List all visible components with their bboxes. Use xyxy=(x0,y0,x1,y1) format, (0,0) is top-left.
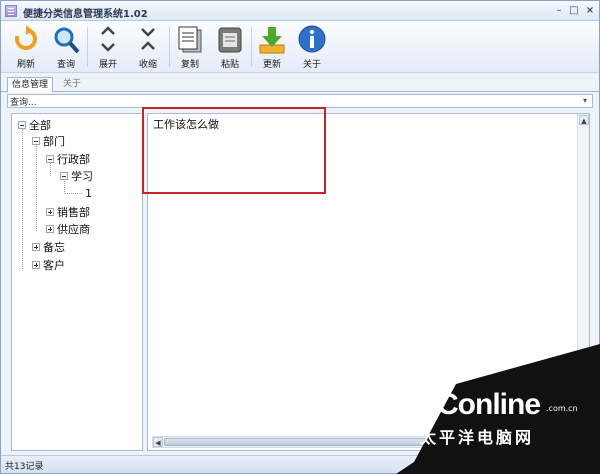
toolbar: 刷新 查询 展开 收缩 复制 粘贴 更新 关于 xyxy=(1,21,599,73)
expand-icon xyxy=(101,26,115,52)
minimize-button[interactable]: – xyxy=(552,4,566,17)
expand-button[interactable]: 展开 xyxy=(89,23,127,71)
about-button[interactable]: 关于 xyxy=(293,23,331,71)
tree-node-label: 行政部 xyxy=(57,153,90,166)
paste-label: 粘贴 xyxy=(220,60,239,70)
search-label: 查询 xyxy=(56,60,75,70)
collapse-node-icon[interactable] xyxy=(46,155,54,163)
tree-connector xyxy=(36,145,37,231)
expand-node-icon[interactable] xyxy=(32,243,40,251)
tab-info-management[interactable]: 信息管理 xyxy=(7,77,54,93)
expand-node-icon[interactable] xyxy=(32,261,40,269)
tree-connector xyxy=(50,161,51,176)
info-icon xyxy=(298,25,326,53)
refresh-label: 刷新 xyxy=(16,60,35,70)
tree-node-label: 1 xyxy=(85,187,92,200)
watermark-logo: PConline xyxy=(418,388,541,421)
app-icon xyxy=(5,5,17,17)
paste-icon xyxy=(218,27,242,53)
copy-icon xyxy=(178,26,202,53)
search-button[interactable]: 查询 xyxy=(47,23,85,71)
toolbar-separator xyxy=(169,27,170,67)
search-combo[interactable]: ▾ xyxy=(7,94,593,108)
refresh-button[interactable]: 刷新 xyxy=(7,23,45,71)
watermark-subtitle: 太平洋电脑网 xyxy=(420,428,535,447)
refresh-icon xyxy=(15,25,37,50)
scroll-left-icon[interactable]: ◀ xyxy=(153,437,163,447)
search-icon xyxy=(54,27,80,54)
chevron-down-icon[interactable]: ▾ xyxy=(579,95,591,107)
copy-label: 复制 xyxy=(180,60,199,70)
tab-strip: 信息管理 关于 xyxy=(1,75,599,93)
tree-node-label: 学习 xyxy=(71,170,93,183)
window-title: 便捷分类信息管理系统1.02 xyxy=(23,9,148,20)
copy-button[interactable]: 复制 xyxy=(171,23,209,71)
close-button[interactable]: × xyxy=(583,4,597,17)
paste-button[interactable]: 粘贴 xyxy=(211,23,249,71)
collapse-label: 收缩 xyxy=(138,60,157,70)
title-bar: 便捷分类信息管理系统1.02 – □ × xyxy=(1,1,599,21)
about-label: 关于 xyxy=(302,60,321,70)
collapse-node-icon[interactable] xyxy=(60,172,68,180)
category-tree[interactable]: 全部 部门 行政部 学习 1 销售部 供应商 备忘 客户 xyxy=(11,113,143,451)
tree-node-label: 销售部 xyxy=(57,206,90,219)
watermark-domain: .com.cn xyxy=(546,404,578,413)
download-icon xyxy=(259,27,285,54)
collapse-button[interactable]: 收缩 xyxy=(129,23,167,71)
tree-node-label: 客户 xyxy=(43,259,65,272)
tree-node-label: 供应商 xyxy=(57,223,90,236)
update-label: 更新 xyxy=(262,60,281,70)
maximize-button[interactable]: □ xyxy=(567,4,581,17)
tree-connector xyxy=(22,129,23,269)
collapse-icon xyxy=(141,28,155,50)
scroll-up-icon[interactable]: ▲ xyxy=(579,115,589,125)
tab-about[interactable]: 关于 xyxy=(59,77,85,92)
tree-node-label: 部门 xyxy=(43,135,65,148)
tree-node-label: 备忘 xyxy=(43,241,65,254)
tree-connector xyxy=(64,193,82,194)
expand-node-icon[interactable] xyxy=(46,208,54,216)
toolbar-separator xyxy=(251,27,252,67)
search-input[interactable] xyxy=(10,95,576,107)
expand-node-icon[interactable] xyxy=(46,225,54,233)
toolbar-separator xyxy=(87,27,88,67)
collapse-node-icon[interactable] xyxy=(32,137,40,145)
record-count: 共13记录 xyxy=(5,462,44,472)
expand-label: 展开 xyxy=(98,60,117,70)
update-button[interactable]: 更新 xyxy=(253,23,291,71)
highlight-box xyxy=(142,107,326,194)
tree-node-label: 全部 xyxy=(29,119,51,132)
collapse-node-icon[interactable] xyxy=(18,121,26,129)
